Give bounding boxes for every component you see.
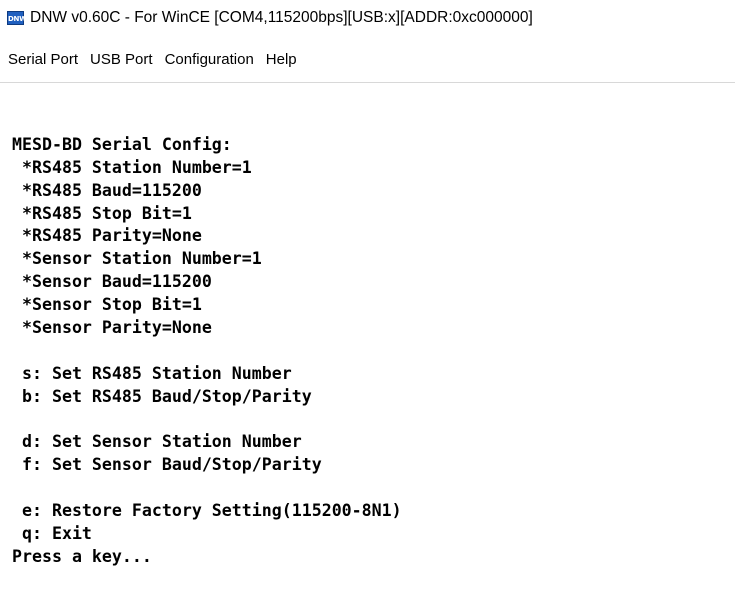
title-bar[interactable]: DNW DNW v0.60C - For WinCE [COM4,115200b… bbox=[0, 0, 735, 36]
menu-bar: Serial Port USB Port Configuration Help bbox=[0, 47, 302, 71]
terminal-line: *RS485 Baud=115200 bbox=[12, 180, 202, 200]
terminal-lines: MESD-BD Serial Config: *RS485 Station Nu… bbox=[12, 111, 402, 569]
menu-usb-port[interactable]: USB Port bbox=[85, 51, 158, 68]
window-title: DNW v0.60C - For WinCE [COM4,115200bps][… bbox=[30, 9, 533, 26]
terminal-line: *RS485 Parity=None bbox=[12, 226, 202, 246]
terminal-output[interactable]: MESD-BD Serial Config: *RS485 Station Nu… bbox=[0, 82, 735, 591]
terminal-line: *RS485 Station Number=1 bbox=[12, 157, 252, 177]
menu-configuration[interactable]: Configuration bbox=[160, 51, 259, 68]
terminal-line: s: Set RS485 Station Number bbox=[12, 363, 292, 383]
terminal-line: *RS485 Stop Bit=1 bbox=[12, 203, 192, 223]
dnw-window: DNW DNW v0.60C - For WinCE [COM4,115200b… bbox=[0, 0, 735, 591]
dnw-app-icon[interactable]: DNW bbox=[7, 11, 27, 25]
menu-help[interactable]: Help bbox=[261, 51, 302, 68]
terminal-line: e: Restore Factory Setting(115200-8N1) bbox=[12, 501, 402, 521]
terminal-line: *Sensor Parity=None bbox=[12, 318, 212, 338]
terminal-line: *Sensor Stop Bit=1 bbox=[12, 295, 202, 315]
terminal-line: *Sensor Station Number=1 bbox=[12, 249, 262, 269]
terminal-line: d: Set Sensor Station Number bbox=[12, 432, 302, 452]
terminal-line: *Sensor Baud=115200 bbox=[12, 272, 212, 292]
terminal-line: f: Set Sensor Baud/Stop/Parity bbox=[12, 455, 322, 475]
terminal-line: q: Exit bbox=[12, 524, 92, 544]
menu-serial-port[interactable]: Serial Port bbox=[3, 51, 83, 68]
terminal-line: Press a key... bbox=[12, 546, 152, 566]
terminal-line: b: Set RS485 Baud/Stop/Parity bbox=[12, 386, 312, 406]
terminal-line: MESD-BD Serial Config: bbox=[12, 134, 232, 154]
